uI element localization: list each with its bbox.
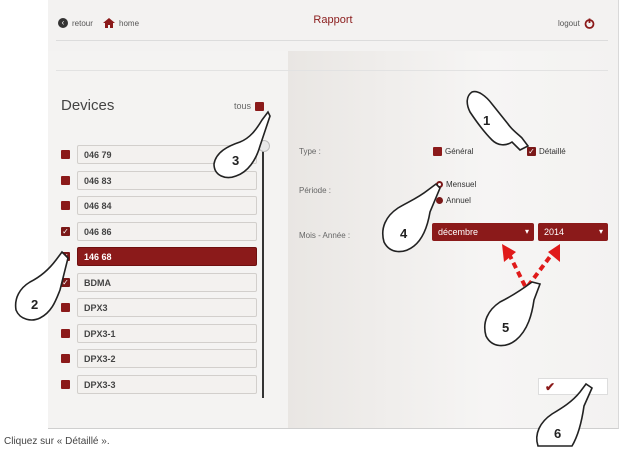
annotation-overlay: 1 2 3 4 5 6: [14, 90, 594, 447]
step-number: 6: [554, 426, 561, 441]
pointer-hand-icon: [536, 382, 594, 447]
pointer-hand-icon: [484, 281, 542, 347]
step-number: 1: [483, 113, 490, 128]
arrow-head: [502, 244, 516, 262]
pointer-hand-icon: [382, 182, 441, 253]
pointer-hand-icon: [14, 250, 69, 321]
step-number: 5: [502, 320, 509, 335]
pointer-hand-icon: [466, 90, 530, 151]
step-number: 2: [31, 297, 38, 312]
step-number: 3: [232, 153, 239, 168]
pointer-hand-icon: [213, 110, 271, 179]
arrow-to-year: [526, 252, 554, 288]
instruction-caption: Cliquez sur « Détaillé ».: [4, 436, 110, 447]
step-number: 4: [400, 226, 408, 241]
